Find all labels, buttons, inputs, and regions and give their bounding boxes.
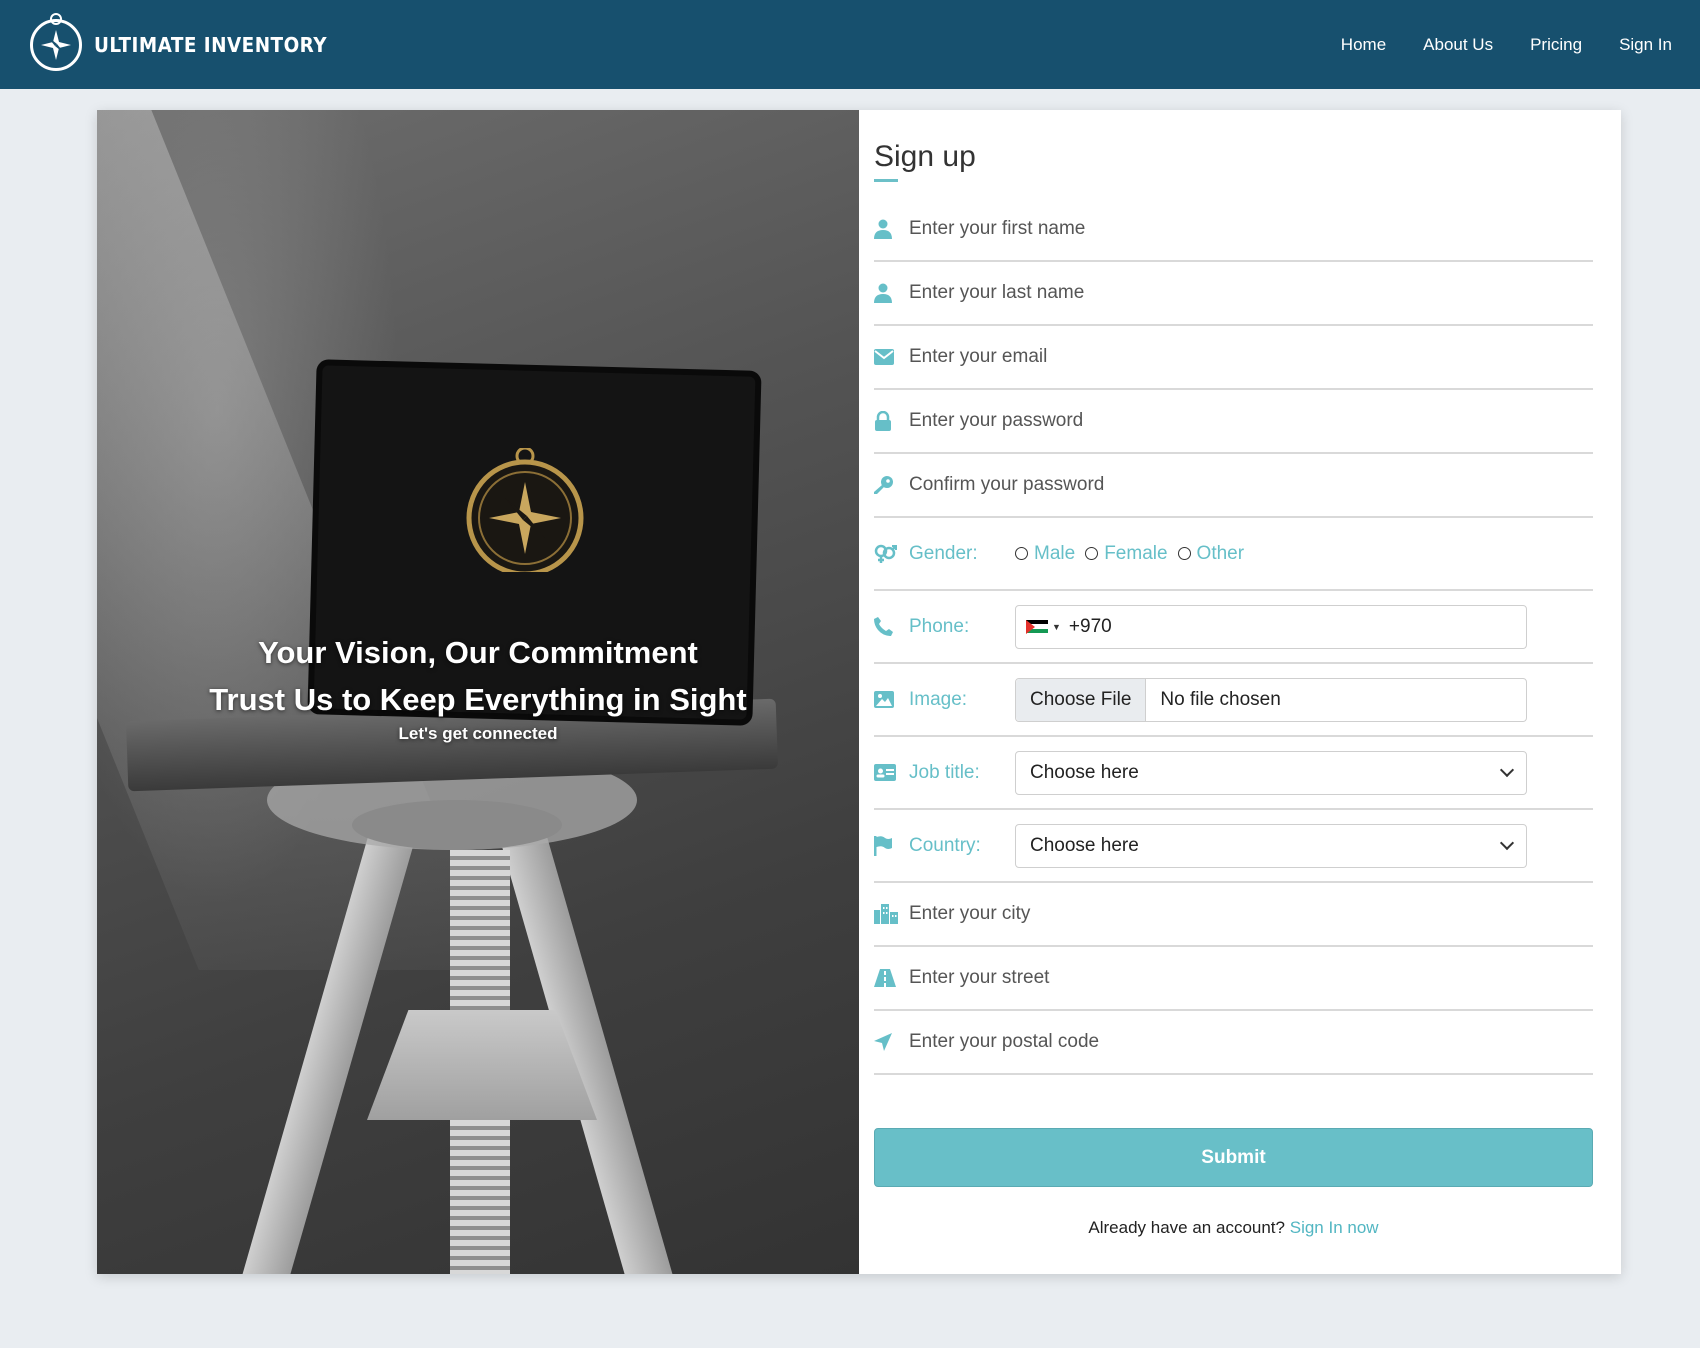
nav-about-us[interactable]: About Us xyxy=(1423,35,1493,55)
form-title: Sign up xyxy=(874,140,976,184)
already-account-text: Already have an account? xyxy=(1088,1218,1285,1237)
chevron-down-icon xyxy=(1499,762,1515,778)
gender-label: Gender: xyxy=(909,542,978,564)
hero-headline: Your Vision, Our Commitment xyxy=(258,635,698,670)
job-title-row: Job title: Choose here xyxy=(874,737,1593,810)
postal-code-input[interactable] xyxy=(909,1022,1593,1062)
compass-emblem-icon xyxy=(466,448,584,572)
nav-links: Home About Us Pricing Sign In xyxy=(1341,35,1672,55)
file-input[interactable]: Choose File No file chosen xyxy=(1015,677,1527,722)
submit-button[interactable]: Submit xyxy=(874,1128,1593,1187)
navbar: ULTIMATE INVENTORY Home About Us Pricing… xyxy=(0,0,1700,89)
nav-pricing[interactable]: Pricing xyxy=(1530,35,1582,55)
image-label: Image: xyxy=(909,688,968,710)
country-row: Country: Choose here xyxy=(874,810,1593,883)
last-name-input[interactable] xyxy=(909,273,1593,313)
compass-logo-icon xyxy=(30,18,82,71)
phone-row: Phone: ▼ xyxy=(874,591,1593,664)
gender-other[interactable]: Other xyxy=(1177,542,1245,565)
job-title-label: Job title: xyxy=(909,761,980,783)
radio-male[interactable] xyxy=(1015,547,1028,560)
country-value: Choose here xyxy=(1030,834,1139,856)
envelope-icon xyxy=(874,349,909,365)
gender-row: Gender: Male Female Other xyxy=(874,518,1593,591)
country-label: Country: xyxy=(909,834,981,856)
phone-field: ▼ xyxy=(1015,604,1527,649)
signup-form: Sign up Enter your first name Enter your… xyxy=(859,110,1621,1274)
radio-female[interactable] xyxy=(1085,547,1099,560)
sign-in-now-link[interactable]: Sign In now xyxy=(1290,1218,1379,1237)
hero-tagline: Let's get connected xyxy=(398,724,558,743)
postal-row xyxy=(874,1011,1593,1075)
brand-name: ULTIMATE INVENTORY xyxy=(94,32,328,57)
job-title-value: Choose here xyxy=(1030,761,1139,783)
city-icon xyxy=(874,904,909,924)
password-row xyxy=(874,390,1593,454)
caret-down-icon: ▼ xyxy=(1052,621,1061,632)
gender-female[interactable]: Female xyxy=(1085,542,1168,565)
image-icon xyxy=(874,691,909,708)
venus-mars-icon xyxy=(874,544,909,564)
signup-card: Your Vision, Our Commitment Trust Us to … xyxy=(97,110,1621,1274)
country-select[interactable]: Choose here xyxy=(1015,823,1527,868)
first-name-input[interactable] xyxy=(909,209,1593,249)
gender-male-label: Male xyxy=(1034,542,1076,564)
confirm-password-input[interactable] xyxy=(909,465,1593,505)
hero-subheadline: Trust Us to Keep Everything in Sight xyxy=(209,682,747,717)
stool-ring xyxy=(352,800,562,850)
user-icon xyxy=(874,283,909,303)
country-code-dropdown[interactable]: ▼ xyxy=(1016,619,1069,634)
id-card-icon xyxy=(874,764,909,781)
nav-sign-in[interactable]: Sign In xyxy=(1619,35,1672,55)
phone-input[interactable] xyxy=(1068,606,1526,647)
street-row xyxy=(874,947,1593,1011)
street-input[interactable] xyxy=(909,958,1593,998)
signin-prompt: Already have an account? Sign In now xyxy=(874,1218,1593,1238)
gender-other-label: Other xyxy=(1196,542,1245,564)
job-title-select[interactable]: Choose here xyxy=(1015,750,1527,795)
gender-options: Male Female Other xyxy=(1015,543,1246,565)
gender-female-label: Female xyxy=(1104,542,1168,564)
no-file-text: No file chosen xyxy=(1160,688,1281,710)
last-name-row xyxy=(874,262,1593,326)
city-row xyxy=(874,883,1593,947)
phone-label: Phone: xyxy=(909,615,970,637)
gender-male[interactable]: Male xyxy=(1015,543,1075,565)
radio-other[interactable] xyxy=(1177,547,1191,560)
road-icon xyxy=(874,969,909,987)
city-input[interactable] xyxy=(909,894,1593,934)
nav-home[interactable]: Home xyxy=(1341,35,1386,55)
location-arrow-icon xyxy=(874,1033,909,1051)
password-input[interactable] xyxy=(909,401,1593,441)
email-input[interactable] xyxy=(909,337,1593,377)
first-name-row xyxy=(874,198,1593,262)
confirm-password-row xyxy=(874,454,1593,518)
email-row xyxy=(874,326,1593,390)
chevron-down-icon xyxy=(1499,835,1515,851)
image-row: Image: Choose File No file chosen xyxy=(874,664,1593,737)
palestine-flag-icon xyxy=(1026,619,1048,634)
choose-file-button[interactable]: Choose File xyxy=(1016,678,1147,721)
key-icon xyxy=(874,475,909,495)
flag-icon xyxy=(874,835,909,856)
user-icon xyxy=(874,219,909,239)
lock-icon xyxy=(874,411,909,431)
hero-image: Your Vision, Our Commitment Trust Us to … xyxy=(97,110,859,1274)
hero-text: Your Vision, Our Commitment Trust Us to … xyxy=(97,635,859,744)
brand[interactable]: ULTIMATE INVENTORY xyxy=(30,18,347,71)
phone-icon xyxy=(874,617,909,636)
